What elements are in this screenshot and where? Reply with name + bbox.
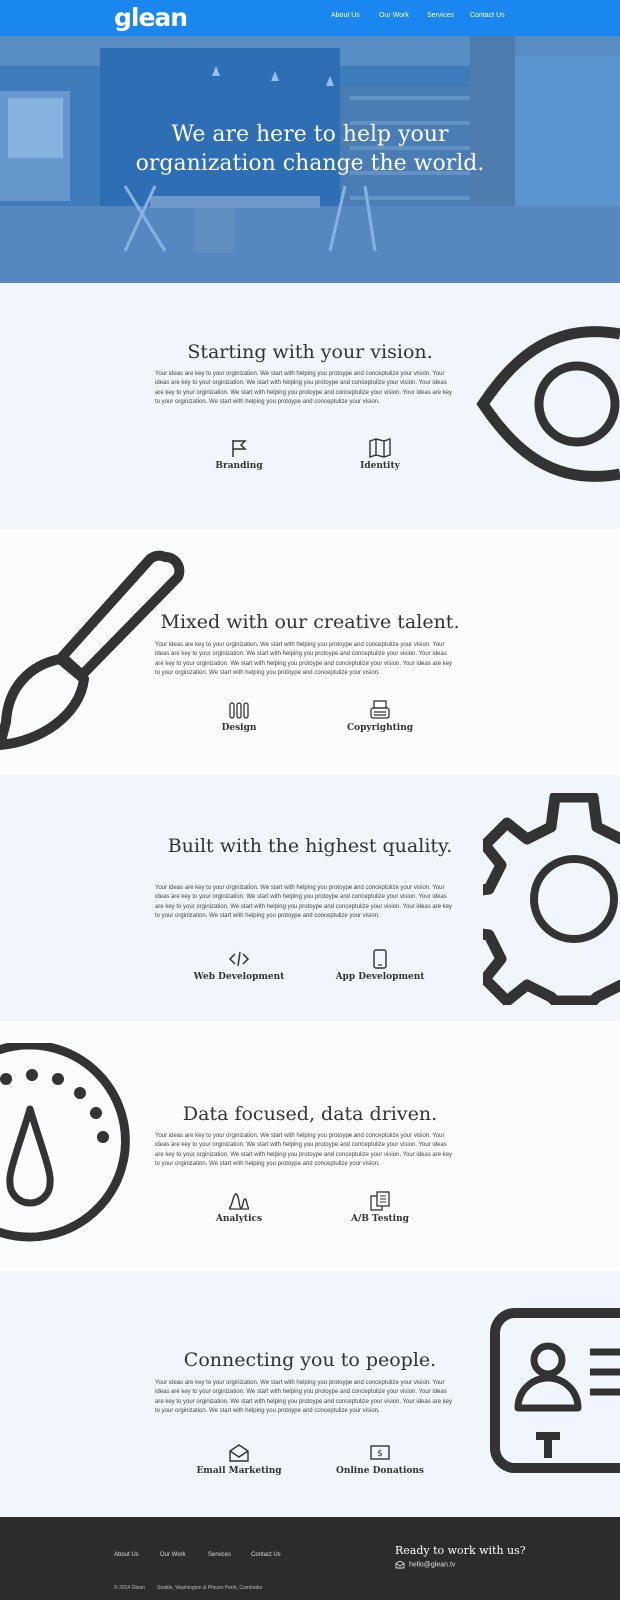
- footer-email: hello@glean.tv: [409, 1561, 456, 1569]
- gear-icon: [483, 793, 620, 1005]
- section-title: Built with the highest quality.: [167, 835, 453, 857]
- section-text: Your ideas are key to your orginization.…: [155, 885, 453, 919]
- section-title: Data focused, data driven.: [182, 1103, 438, 1125]
- flag-icon: [232, 440, 247, 457]
- feature-design[interactable]: Design: [169, 700, 309, 733]
- footer-link-about-us[interactable]: About Us: [114, 1552, 139, 1558]
- hero-title-line1: We are here to help your: [171, 122, 449, 147]
- feature-label: Web Development: [193, 972, 285, 982]
- feature-identity[interactable]: Identity: [310, 438, 450, 471]
- section-data: Data focused, data driven. Your ideas ar…: [0, 1021, 620, 1267]
- footer-cta: Ready to work with us?: [395, 1544, 526, 1557]
- feature-web-development[interactable]: Web Development: [169, 949, 309, 982]
- hero-banner: We are here to help your organization ch…: [0, 36, 620, 283]
- feature-label: Analytics: [215, 1214, 263, 1224]
- id-card-icon: [490, 1308, 620, 1473]
- phone-icon: [373, 949, 387, 969]
- feature-copyrighting[interactable]: Copyrighting: [310, 700, 450, 733]
- hero-title-line2: organization change the world.: [135, 151, 485, 176]
- feature-label: A/B Testing: [351, 1214, 409, 1224]
- footer-link-services[interactable]: Services: [208, 1552, 231, 1558]
- feature-app-development[interactable]: App Development: [310, 949, 450, 982]
- speedometer-icon: [0, 1043, 130, 1242]
- map-icon: [369, 438, 391, 458]
- svg-text:$: $: [377, 1449, 383, 1459]
- feature-ab-testing[interactable]: A/B Testing: [310, 1191, 450, 1224]
- feature-label: Online Donations: [336, 1466, 424, 1476]
- section-quality: Built with the highest quality. Your ide…: [0, 775, 620, 1021]
- feature-label: App Development: [335, 972, 425, 982]
- typewriter-icon: [370, 700, 390, 719]
- footer-link-contact-us[interactable]: Contact Us: [251, 1552, 281, 1558]
- section-title: Starting with your vision.: [187, 341, 433, 363]
- section-title: Mixed with our creative talent.: [160, 611, 460, 633]
- nav-services[interactable]: Services: [427, 12, 454, 19]
- feature-email-marketing[interactable]: Email Marketing: [169, 1443, 309, 1476]
- nav-about-us[interactable]: About Us: [331, 12, 360, 19]
- feature-branding[interactable]: Branding: [169, 438, 309, 471]
- logo[interactable]: glean: [114, 3, 188, 32]
- footer: About Us Our Work Services Contact Us Re…: [0, 1517, 620, 1600]
- section-vision: Starting with your vision. Your ideas ar…: [0, 283, 620, 529]
- footer-email-link[interactable]: hello@glean.tv: [395, 1560, 455, 1569]
- pencils-icon: [229, 702, 249, 719]
- nav-our-work[interactable]: Our Work: [379, 12, 409, 19]
- chart-icon: [228, 1193, 250, 1210]
- footer-copyright: © 2014 Glean: [114, 1585, 145, 1591]
- section-title: Connecting you to people.: [183, 1349, 437, 1371]
- feature-label: Identity: [360, 461, 400, 471]
- top-navbar: glean About Us Our Work Services Contact…: [0, 0, 620, 36]
- section-people: Connecting you to people. Your ideas are…: [0, 1271, 620, 1517]
- feature-online-donations[interactable]: $ Online Donations: [310, 1443, 450, 1476]
- documents-icon: [370, 1191, 390, 1211]
- footer-locations: Seattle, Washington & Phnom Penh, Cambod…: [157, 1585, 263, 1591]
- footer-link-our-work[interactable]: Our Work: [160, 1552, 186, 1558]
- money-icon: $: [370, 1445, 390, 1460]
- section-text: Your ideas are key to your orginization.…: [155, 371, 453, 405]
- hero-title: We are here to help your organization ch…: [0, 120, 620, 178]
- feature-label: Email Marketing: [196, 1466, 282, 1476]
- feature-label: Branding: [215, 461, 263, 471]
- section-creative: Mixed with our creative talent. Your ide…: [0, 529, 620, 775]
- nav-contact-us[interactable]: Contact Us: [470, 12, 505, 19]
- section-text: Your ideas are key to your orginization.…: [155, 642, 453, 676]
- feature-label: Design: [221, 723, 257, 733]
- section-text: Your ideas are key to your orginization.…: [155, 1133, 453, 1167]
- feature-label: Copyrighting: [346, 723, 414, 733]
- feature-analytics[interactable]: Analytics: [169, 1191, 309, 1224]
- code-icon: [228, 951, 250, 967]
- envelope-icon: [395, 1560, 405, 1569]
- section-text: Your ideas are key to your orginization.…: [155, 1380, 453, 1414]
- envelope-icon: [229, 1444, 249, 1462]
